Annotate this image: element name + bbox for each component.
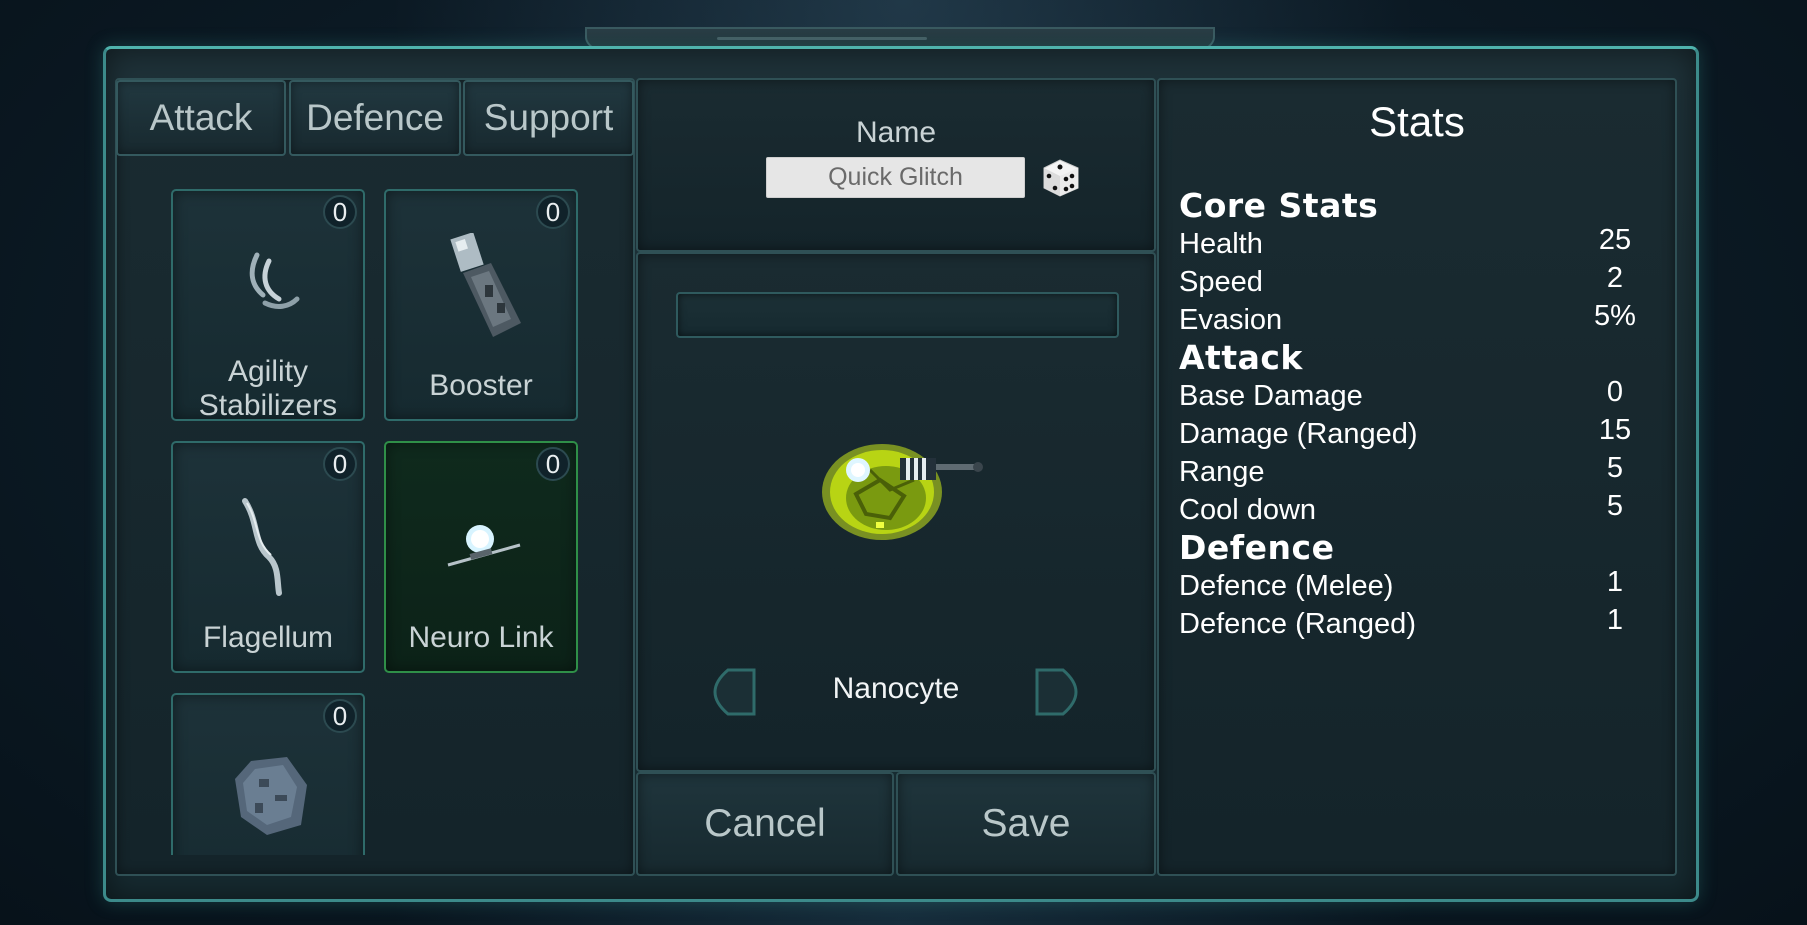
defence-stats-heading: Defence xyxy=(1179,528,1335,567)
stat-row-range: Range 5 xyxy=(1179,452,1655,492)
stat-label: Evasion xyxy=(1179,304,1283,336)
stat-row-defence-melee: Defence (Melee) 1 xyxy=(1179,566,1655,606)
stat-value: 1 xyxy=(1606,604,1624,636)
part-label: Flagellum xyxy=(202,621,334,654)
stat-row-cool-down: Cool down 5 xyxy=(1179,490,1655,530)
stat-label: Health xyxy=(1179,228,1263,260)
tab-support[interactable]: Support xyxy=(463,80,634,156)
stats-title: Stats xyxy=(1369,98,1465,145)
flagellum-icon xyxy=(242,498,282,596)
stat-row-damage-ranged: Damage (Ranged) 15 xyxy=(1179,414,1655,454)
part-label: Agility Stabilizers xyxy=(198,355,338,422)
booster-icon xyxy=(450,233,521,337)
part-card-booster[interactable]: 0 Booster xyxy=(384,189,578,421)
stat-label: Defence (Melee) xyxy=(1179,570,1394,602)
armor-plate-icon xyxy=(235,757,307,835)
part-count-badge: 0 xyxy=(323,195,357,229)
stat-label: Speed xyxy=(1179,266,1263,298)
stat-label: Range xyxy=(1179,456,1265,488)
part-card-armor-plate[interactable]: 0 xyxy=(171,693,365,855)
stat-row-health: Health 25 xyxy=(1179,224,1655,264)
stat-label: Defence (Ranged) xyxy=(1179,608,1416,640)
arrow-left-icon[interactable] xyxy=(698,668,758,716)
stat-label: Cool down xyxy=(1179,494,1317,526)
part-count-badge: 0 xyxy=(323,699,357,733)
stat-row-speed: Speed 2 xyxy=(1179,262,1655,302)
neuro-link-icon xyxy=(447,525,521,567)
part-count-badge: 0 xyxy=(536,195,570,229)
stat-row-evasion: Evasion 5% xyxy=(1179,300,1655,340)
part-count-badge: 0 xyxy=(323,447,357,481)
stat-label: Base Damage xyxy=(1179,380,1363,412)
stat-value: 0 xyxy=(1606,376,1624,408)
arrow-right-icon[interactable] xyxy=(1033,668,1093,716)
parts-grid: 0 Agility Stabilizers 0 Booster 0 Flagel… xyxy=(117,160,633,855)
preview-bar xyxy=(676,292,1119,338)
stat-value: 25 xyxy=(1598,224,1632,256)
tab-defence[interactable]: Defence xyxy=(289,80,461,156)
core-stats-heading: Core Stats xyxy=(1179,186,1379,225)
stat-value: 1 xyxy=(1606,566,1624,598)
nanocyte-creature-model xyxy=(822,444,983,540)
stat-row-base-damage: Base Damage 0 xyxy=(1179,376,1655,416)
stat-label: Damage (Ranged) xyxy=(1179,418,1418,450)
part-count-badge: 0 xyxy=(536,447,570,481)
dice-icon[interactable] xyxy=(1038,156,1081,199)
stat-value: 2 xyxy=(1606,262,1624,294)
part-card-neuro-link[interactable]: 0 Neuro Link xyxy=(384,441,578,673)
save-button[interactable]: Save xyxy=(896,772,1156,876)
stat-value: 5 xyxy=(1606,452,1624,484)
part-card-flagellum[interactable]: 0 Flagellum xyxy=(171,441,365,673)
stat-value: 5% xyxy=(1594,300,1636,332)
cancel-button[interactable]: Cancel xyxy=(636,772,894,876)
claws-icon xyxy=(249,252,300,309)
attack-stats-heading: Attack xyxy=(1179,338,1303,377)
stat-row-defence-ranged: Defence (Ranged) 1 xyxy=(1179,604,1655,644)
tab-attack[interactable]: Attack xyxy=(116,80,286,156)
creature-type-label: Nanocyte xyxy=(832,672,960,705)
stat-value: 5 xyxy=(1606,490,1624,522)
part-card-agility-stabilizers[interactable]: 0 Agility Stabilizers xyxy=(171,189,365,422)
creature-name-input[interactable] xyxy=(766,157,1025,198)
part-label: Booster xyxy=(429,369,533,402)
stat-value: 15 xyxy=(1598,414,1632,446)
name-title: Name xyxy=(855,116,937,149)
part-label: Neuro Link xyxy=(408,621,554,654)
